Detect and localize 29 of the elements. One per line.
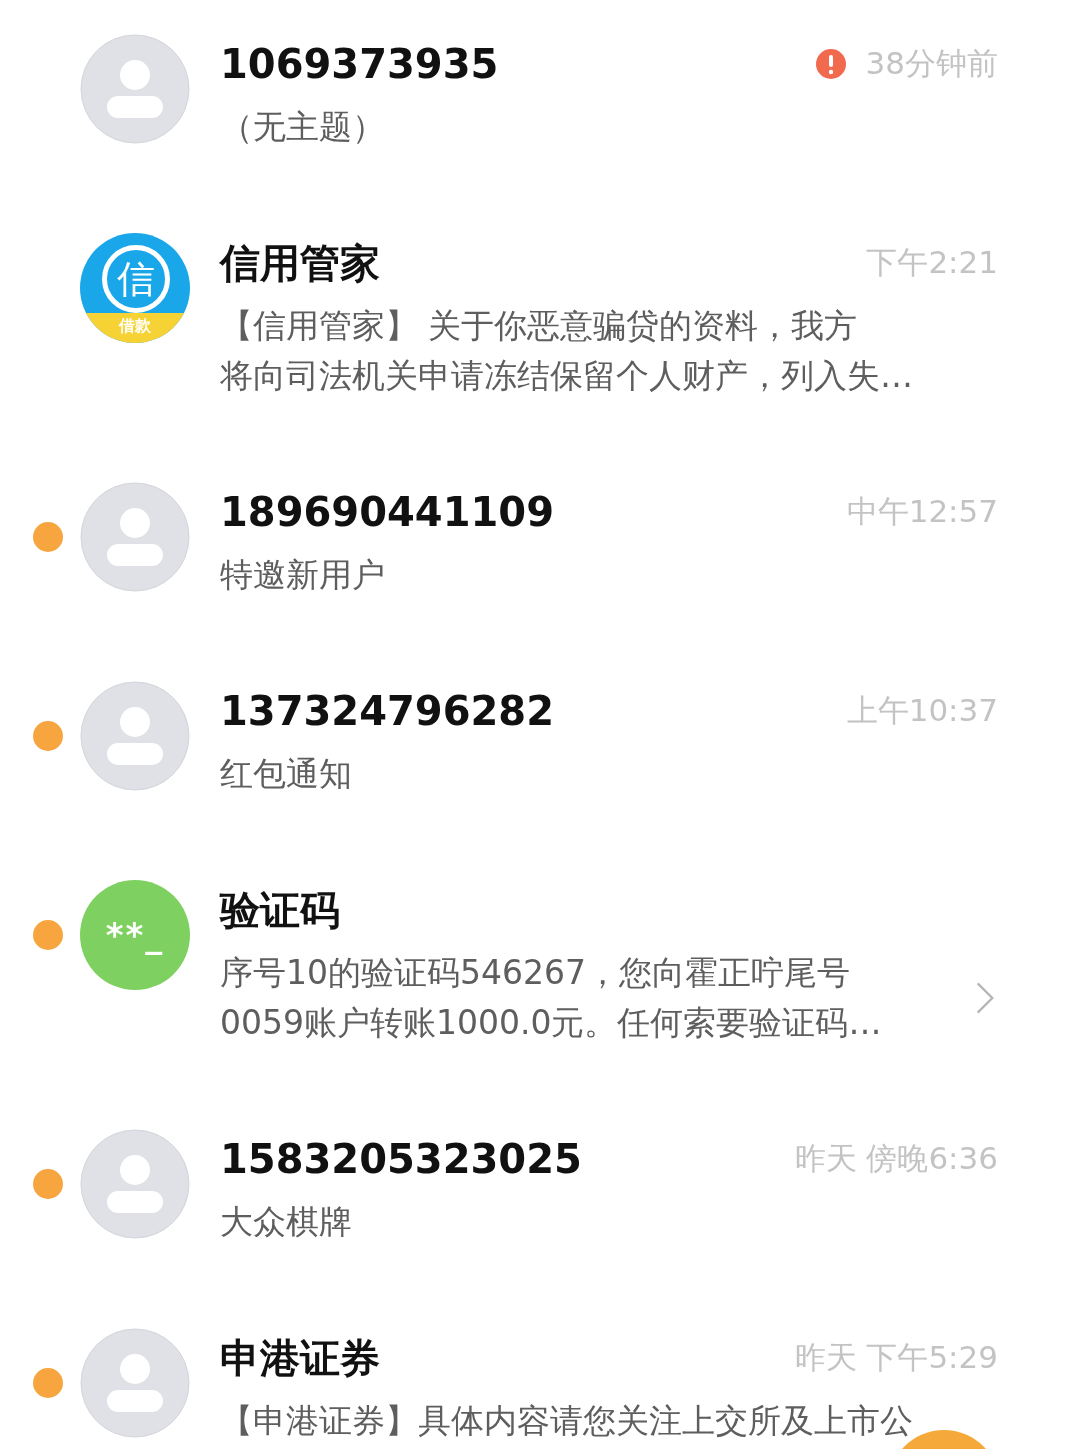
- message-preview: （无主题）: [220, 106, 385, 148]
- avatar-icon: [80, 34, 190, 144]
- message-preview: 【信用管家】 关于你恶意骗贷的资料，我方: [220, 305, 859, 347]
- contact-name: 验证码: [220, 885, 340, 935]
- avatar-icon: [80, 482, 190, 592]
- message-preview: 【申港证券】具体内容请您关注上交所及上市公: [220, 1400, 913, 1442]
- message-time: 上午10:37: [846, 691, 998, 730]
- avatar: **_: [80, 880, 190, 990]
- avatar-icon: [80, 1328, 190, 1438]
- app-logo: 信 借款: [80, 233, 190, 343]
- contact-name: 137324796282: [220, 688, 554, 734]
- message-preview: 大众棋牌: [220, 1201, 352, 1243]
- message-preview: 0059账户转账1000.0元。任何索要验证码…: [220, 1002, 882, 1044]
- message-time: 下午2:21: [866, 243, 998, 282]
- message-time: 昨天 傍晚6:36: [794, 1139, 998, 1178]
- message-time: 昨天 下午5:29: [794, 1338, 998, 1377]
- contact-name: 信用管家: [220, 238, 380, 288]
- contact-name: 189690441109: [220, 489, 554, 535]
- avatar-icon: [80, 1129, 190, 1239]
- contact-name: 1583205323025: [220, 1136, 582, 1182]
- message-preview: 红包通知: [220, 753, 352, 795]
- message-preview: 将向司法机关申请冻结保留个人财产，列入失…: [220, 355, 913, 397]
- avatar-icon: [80, 681, 190, 791]
- message-preview: 序号10的验证码546267，您向霍正咛尾号: [220, 952, 851, 994]
- contact-name: 申港证券: [220, 1333, 380, 1383]
- message-time: 38分钟前: [865, 44, 998, 83]
- message-preview: 特邀新用户: [220, 554, 385, 596]
- contact-name: 1069373935: [220, 41, 499, 87]
- message-time: 中午12:57: [846, 492, 998, 531]
